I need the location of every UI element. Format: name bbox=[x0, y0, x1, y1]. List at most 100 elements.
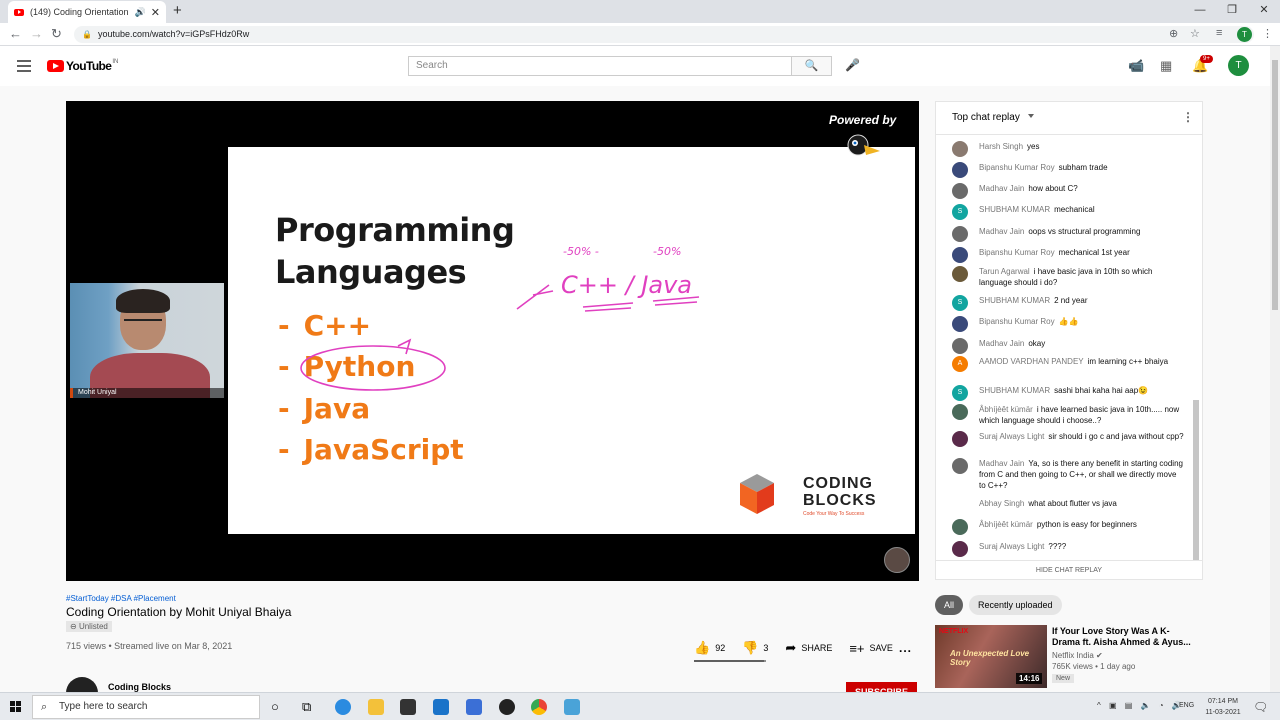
new-tab-button[interactable]: + bbox=[173, 2, 182, 19]
chat-message[interactable]: Bipanshu Kumar Roy subham trade bbox=[952, 162, 1184, 178]
chat-author-name[interactable]: Bipanshu Kumar Roy bbox=[979, 317, 1055, 326]
apps-grid-icon[interactable]: ▦ bbox=[1160, 58, 1172, 74]
chat-message[interactable]: Bipanshu Kumar Roy 👍👍 bbox=[952, 316, 1184, 332]
action-center-icon[interactable]: 🗨 bbox=[1253, 700, 1268, 714]
chat-author-avatar[interactable]: S bbox=[952, 295, 968, 311]
chat-author-name[interactable]: AAMOD VARDHAN PANDEY bbox=[979, 357, 1084, 366]
taskbar-search-input[interactable]: ⌕ Type here to search bbox=[32, 695, 260, 719]
microphone-icon[interactable]: 🎤 bbox=[845, 58, 860, 72]
minimize-button[interactable]: — bbox=[1184, 0, 1216, 23]
chat-message[interactable]: Madhav Jain Ya, so is there any benefit i… bbox=[952, 458, 1184, 491]
chat-author-avatar[interactable] bbox=[952, 458, 968, 474]
scrollbar-thumb[interactable] bbox=[1272, 60, 1278, 310]
chat-author-name[interactable]: Tarun Agarwal bbox=[979, 267, 1030, 276]
chip-recently-uploaded[interactable]: Recently uploaded bbox=[969, 595, 1062, 615]
chat-author-avatar[interactable]: A bbox=[952, 356, 968, 372]
url-bar[interactable]: 🔒 youtube.com/watch?v=iGPsFHdz0Rw bbox=[74, 26, 1254, 43]
app-icon[interactable] bbox=[564, 699, 580, 715]
chat-author-name[interactable]: Madhav Jain bbox=[979, 227, 1024, 236]
chat-author-avatar[interactable] bbox=[952, 338, 968, 354]
chat-author-avatar[interactable] bbox=[952, 266, 968, 282]
cortana-icon[interactable]: ○ bbox=[271, 699, 279, 714]
close-window-button[interactable]: ✕ bbox=[1248, 0, 1280, 23]
system-tray-icons[interactable]: ^ ▣ ▤ 🔈 ◔ 🔊 bbox=[1097, 701, 1185, 710]
system-clock[interactable]: 07:14 PM 11-03-2021 bbox=[1203, 696, 1243, 718]
chat-author-name[interactable]: Madhav Jain bbox=[979, 184, 1024, 193]
browser-menu-icon[interactable]: ⋮ bbox=[1262, 27, 1273, 40]
browser-profile-avatar[interactable]: T bbox=[1237, 27, 1252, 42]
chat-more-icon[interactable]: ⋮ bbox=[1182, 110, 1194, 124]
whiteboard-icon[interactable] bbox=[466, 699, 482, 715]
chat-message[interactable]: Âbhíjèêt kümär python is easy for beginne… bbox=[952, 519, 1184, 535]
chat-author-avatar[interactable] bbox=[952, 541, 968, 557]
chat-author-name[interactable]: Abhay Singh bbox=[979, 499, 1024, 508]
reload-button[interactable]: ↻ bbox=[51, 26, 62, 42]
recommended-video-title[interactable]: If Your Love Story Was A K-Drama ft. Ais… bbox=[1052, 626, 1192, 648]
video-player[interactable]: Programming Languages - C++ - Python - Java… bbox=[66, 101, 919, 581]
chat-author-avatar[interactable] bbox=[952, 519, 968, 535]
chat-author-avatar[interactable] bbox=[952, 141, 968, 157]
chat-message[interactable]: Suraj Always Light sir should i go c and … bbox=[952, 431, 1184, 447]
chat-message[interactable]: Harsh Singh yes bbox=[952, 141, 1184, 157]
chat-author-avatar[interactable] bbox=[952, 162, 968, 178]
menu-icon[interactable] bbox=[17, 60, 31, 75]
chat-author-name[interactable]: Harsh Singh bbox=[979, 142, 1023, 151]
search-input[interactable]: Search bbox=[408, 56, 792, 76]
chat-author-name[interactable]: Suraj Always Light bbox=[979, 542, 1044, 551]
chat-message[interactable]: S SHUBHAM KUMAR 2 nd year bbox=[952, 295, 1184, 311]
more-actions-button[interactable]: ... bbox=[899, 641, 912, 655]
chat-message[interactable]: Suraj Always Light???? bbox=[952, 541, 1184, 557]
recommended-channel[interactable]: Netflix India ✔ bbox=[1052, 651, 1103, 660]
chat-author-avatar[interactable] bbox=[952, 247, 968, 263]
chat-message[interactable]: Madhav Jain how about C? bbox=[952, 183, 1184, 199]
chat-author-avatar[interactable] bbox=[952, 183, 968, 199]
chat-message[interactable]: Bipanshu Kumar Roy mechanical 1st year bbox=[952, 247, 1184, 263]
chat-author-avatar[interactable] bbox=[952, 226, 968, 242]
chat-author-avatar[interactable] bbox=[952, 316, 968, 332]
chat-author-avatar[interactable]: S bbox=[952, 204, 968, 220]
chat-message[interactable]: A AAMOD VARDHAN PANDEY im learning c++ bha… bbox=[952, 356, 1184, 372]
chat-message[interactable]: S SHUBHAM KUMAR mechanical bbox=[952, 204, 1184, 220]
chat-author-avatar[interactable] bbox=[952, 498, 968, 514]
chat-message[interactable]: Âbhíjèêt kümär i have learned basic java … bbox=[952, 404, 1184, 426]
mail-icon[interactable] bbox=[433, 699, 449, 715]
hide-chat-replay-button[interactable]: HIDE CHAT REPLAY bbox=[936, 560, 1202, 580]
chat-author-avatar[interactable]: S bbox=[952, 385, 968, 401]
youtube-logo[interactable]: YouTube IN bbox=[47, 59, 118, 73]
search-button[interactable]: 🔍 bbox=[792, 56, 832, 76]
media-control-icon[interactable]: ≡ bbox=[1216, 27, 1222, 39]
back-button[interactable]: ← bbox=[9, 26, 22, 41]
chat-message[interactable]: Tarun Agarwal i have basic java in 10th s… bbox=[952, 266, 1184, 288]
chat-scrollbar[interactable] bbox=[1193, 400, 1199, 560]
create-video-icon[interactable]: 📹 bbox=[1128, 58, 1144, 74]
chat-author-name[interactable]: SHUBHAM KUMAR bbox=[979, 386, 1050, 395]
dropdown-caret-icon[interactable] bbox=[1028, 114, 1034, 118]
dislike-button[interactable]: 👎 3 bbox=[742, 640, 768, 656]
chat-author-name[interactable]: Madhav Jain bbox=[979, 339, 1024, 348]
task-view-icon[interactable]: ⧉ bbox=[302, 699, 311, 715]
chat-author-name[interactable]: SHUBHAM KUMAR bbox=[979, 296, 1050, 305]
file-explorer-icon[interactable] bbox=[368, 699, 384, 715]
page-scrollbar[interactable] bbox=[1270, 46, 1280, 692]
install-icon[interactable]: ⊕ bbox=[1169, 27, 1178, 40]
account-avatar[interactable]: T bbox=[1228, 55, 1249, 76]
like-button[interactable]: 👍 92 bbox=[694, 640, 725, 656]
xbox-icon[interactable] bbox=[499, 699, 515, 715]
windows-start-icon[interactable] bbox=[10, 701, 22, 713]
share-button[interactable]: ➦ SHARE bbox=[785, 640, 832, 656]
bookmark-star-icon[interactable]: ☆ bbox=[1190, 27, 1200, 40]
chat-message[interactable]: Abhay Singh what about flutter vs java bbox=[952, 498, 1184, 514]
channel-name[interactable]: Coding Blocks bbox=[108, 682, 171, 692]
language-indicator[interactable]: ENG bbox=[1179, 702, 1194, 709]
chat-message[interactable]: Madhav Jain oops vs structural programmin… bbox=[952, 226, 1184, 242]
chat-author-avatar[interactable] bbox=[952, 404, 968, 420]
store-icon[interactable] bbox=[400, 699, 416, 715]
chat-author-avatar[interactable] bbox=[952, 431, 968, 447]
restore-button[interactable]: ❐ bbox=[1216, 0, 1248, 23]
edge-icon[interactable] bbox=[335, 699, 351, 715]
forward-button[interactable]: → bbox=[30, 26, 43, 41]
chat-message[interactable]: S SHUBHAM KUMAR sashi bhai kaha hai aap😉 bbox=[952, 385, 1184, 401]
chat-author-name[interactable]: Bipanshu Kumar Roy bbox=[979, 163, 1055, 172]
browser-tab[interactable]: (149) Coding Orientation by 🔊 ✕ bbox=[8, 1, 166, 23]
chat-author-name[interactable]: Âbhíjèêt kümär bbox=[979, 405, 1033, 414]
